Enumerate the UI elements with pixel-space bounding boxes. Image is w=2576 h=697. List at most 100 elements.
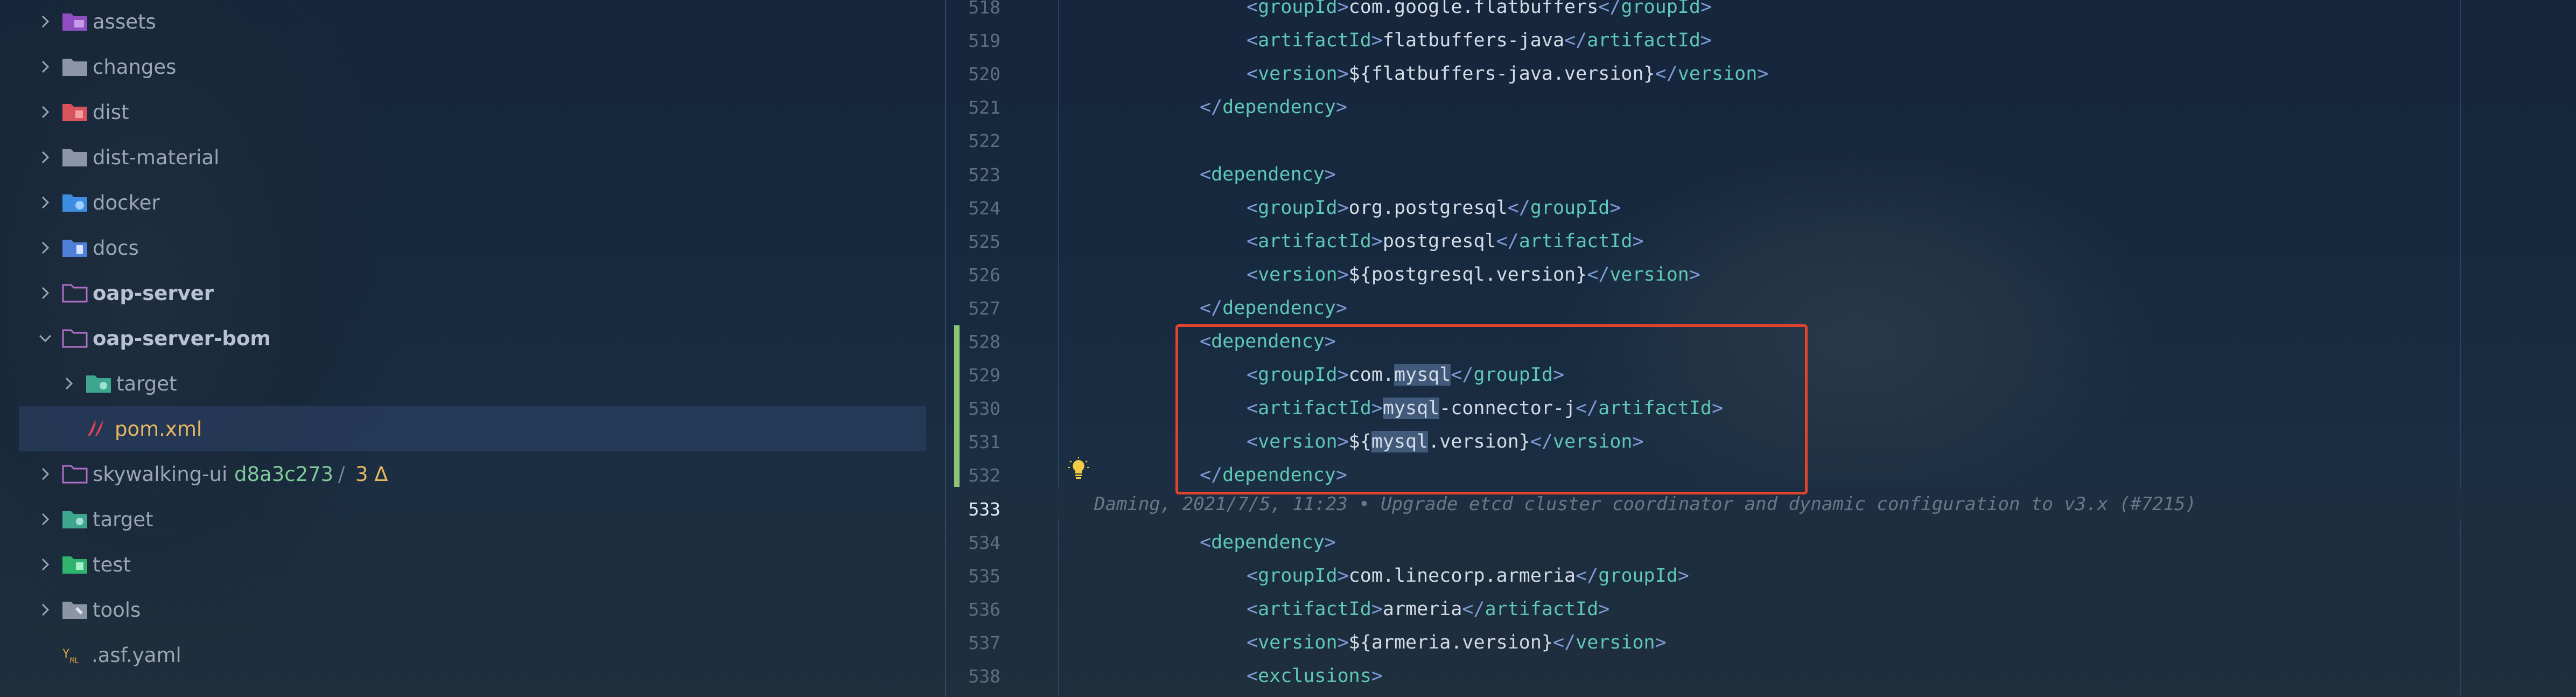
xml-bracket: <	[1247, 665, 1258, 687]
chevron-right-icon[interactable]	[34, 599, 56, 621]
xml-bracket: >	[1700, 30, 1712, 52]
xml-tag-name: artifactId	[1258, 30, 1371, 52]
line-number: 524	[968, 197, 1000, 219]
tree-item-skywalking-ui[interactable]: skywalking-ui d8a3c273/ 3 Δ	[0, 451, 926, 497]
lightbulb-icon[interactable]	[1068, 457, 1089, 480]
xml-bracket: >	[1689, 263, 1700, 285]
chevron-right-icon[interactable]	[34, 508, 56, 530]
xml-bracket: <	[1247, 0, 1258, 18]
xml-tag-name: groupId	[1530, 197, 1610, 219]
code-line[interactable]: <dependency>	[1200, 164, 1336, 185]
code-line[interactable]: <groupId>org.postgresql</groupId>	[1247, 197, 1621, 219]
svg-text:ML: ML	[70, 657, 79, 665]
code-line[interactable]: <exclusions>	[1247, 665, 1383, 687]
ruler-guide	[2460, 0, 2461, 697]
line-number: 529	[968, 365, 1000, 386]
dist-folder-icon	[61, 101, 88, 123]
line-number: 521	[968, 97, 1000, 119]
tree-item-dist[interactable]: dist	[0, 89, 926, 135]
xml-tag-name: version	[1609, 263, 1689, 285]
code-line[interactable]: <artifactId>armeria</artifactId>	[1247, 598, 1609, 620]
xml-tag-name: version	[1576, 631, 1655, 653]
xml-bracket: >	[1371, 230, 1383, 252]
xml-bracket: <	[1247, 564, 1258, 587]
tree-item-test[interactable]: test	[0, 542, 926, 587]
code-line[interactable]: </dependency>	[1200, 96, 1347, 118]
chevron-right-icon[interactable]	[34, 11, 56, 32]
tree-item-docker[interactable]: docker	[0, 180, 926, 225]
tree-item-label: dist	[93, 100, 129, 124]
line-number: 530	[968, 398, 1000, 420]
target-folder-icon	[85, 372, 112, 395]
xml-bracket: <	[1200, 531, 1212, 553]
xml-bracket: >	[1324, 163, 1336, 185]
xml-tag-name: dependency	[1211, 163, 1325, 185]
tree-item-changes[interactable]: changes	[0, 44, 926, 89]
xml-bracket: </	[1496, 230, 1519, 252]
folder-outline-icon	[61, 463, 88, 485]
line-number: 525	[968, 231, 1000, 252]
tree-item-label: test	[93, 553, 131, 576]
line-number: 537	[968, 632, 1000, 653]
assets-folder-icon	[61, 10, 88, 33]
xml-tag-name: groupId	[1258, 564, 1338, 587]
code-line[interactable]: <version>${flatbuffers-java.version}</ve…	[1247, 63, 1768, 85]
xml-bracket: <	[1247, 631, 1258, 653]
tree-item-target[interactable]: target	[0, 497, 926, 542]
folder-icon	[61, 55, 88, 78]
code-line[interactable]: </dependency>	[1200, 297, 1347, 319]
code-line[interactable]: <artifactId>postgresql</artifactId>	[1247, 231, 1644, 252]
tree-item-oap-server[interactable]: oap-server	[0, 270, 926, 316]
tree-item-assets[interactable]: assets	[0, 0, 926, 44]
xml-text: armeria	[1382, 598, 1462, 620]
xml-text: ${flatbuffers-java.version}	[1348, 63, 1655, 85]
code-line[interactable]: <version>${postgresql.version}</version>	[1247, 264, 1700, 285]
tree-item-pom-xml[interactable]: pom.xml	[19, 406, 926, 451]
xml-tag-name: artifactId	[1485, 598, 1599, 620]
line-number: 522	[968, 130, 1000, 152]
code-line[interactable]: <groupId>com.linecorp.armeria</groupId>	[1247, 565, 1689, 587]
editor-divider	[945, 0, 946, 697]
tree-item-tools[interactable]: tools	[0, 587, 926, 632]
tree-item-oap-server-bom[interactable]: oap-server-bom	[0, 316, 926, 361]
tree-item-label: oap-server	[93, 281, 214, 305]
xml-bracket: >	[1371, 30, 1383, 52]
maven-icon	[83, 417, 110, 440]
chevron-right-icon[interactable]	[34, 192, 56, 213]
svg-text:Y: Y	[62, 647, 69, 661]
chevron-right-icon[interactable]	[34, 101, 56, 123]
tree-item-label: target	[116, 372, 177, 395]
tree-item-label: changes	[93, 55, 177, 79]
tree-item-dist-material[interactable]: dist-material	[0, 135, 926, 180]
chevron-right-icon[interactable]	[34, 282, 56, 304]
chevron-right-icon[interactable]	[34, 147, 56, 168]
line-number: 523	[968, 164, 1000, 185]
tree-item-label: skywalking-ui	[93, 462, 228, 486]
chevron-down-icon[interactable]	[34, 327, 56, 349]
xml-bracket: >	[1700, 0, 1712, 18]
chevron-right-icon[interactable]	[34, 237, 56, 259]
xml-tag-name: version	[1258, 263, 1338, 285]
code-line[interactable]: <artifactId>flatbuffers-java</artifactId…	[1247, 30, 1712, 51]
chevron-right-icon[interactable]	[34, 463, 56, 485]
tree-item-asf-yaml[interactable]: Y ML .asf.yaml	[0, 632, 926, 678]
code-line[interactable]: <version>${armeria.version}</version>	[1247, 632, 1667, 653]
code-line[interactable]: <dependency>	[1200, 532, 1336, 553]
xml-bracket: >	[1609, 197, 1621, 219]
git-branch-hash: d8a3c273	[234, 462, 334, 486]
line-number: 532	[968, 465, 1000, 486]
xml-tag-name: groupId	[1258, 197, 1338, 219]
chevron-right-icon[interactable]	[34, 56, 56, 78]
xml-tag-name: dependency	[1211, 531, 1325, 553]
chevron-right-icon[interactable]	[34, 554, 56, 575]
tree-item-label: assets	[93, 10, 156, 33]
highlighted-mysql-dependency-box	[1175, 324, 1808, 494]
code-line[interactable]: <groupId>com.google.flatbuffers</groupId…	[1247, 0, 1712, 18]
xml-bracket: >	[1337, 263, 1349, 285]
xml-tag-name: dependency	[1222, 297, 1336, 319]
xml-tag-name: groupId	[1598, 564, 1678, 587]
tree-item-docs[interactable]: docs	[0, 225, 926, 270]
tree-item-target[interactable]: target	[0, 361, 926, 406]
xml-bracket: </	[1507, 197, 1530, 219]
chevron-right-icon[interactable]	[58, 373, 80, 394]
